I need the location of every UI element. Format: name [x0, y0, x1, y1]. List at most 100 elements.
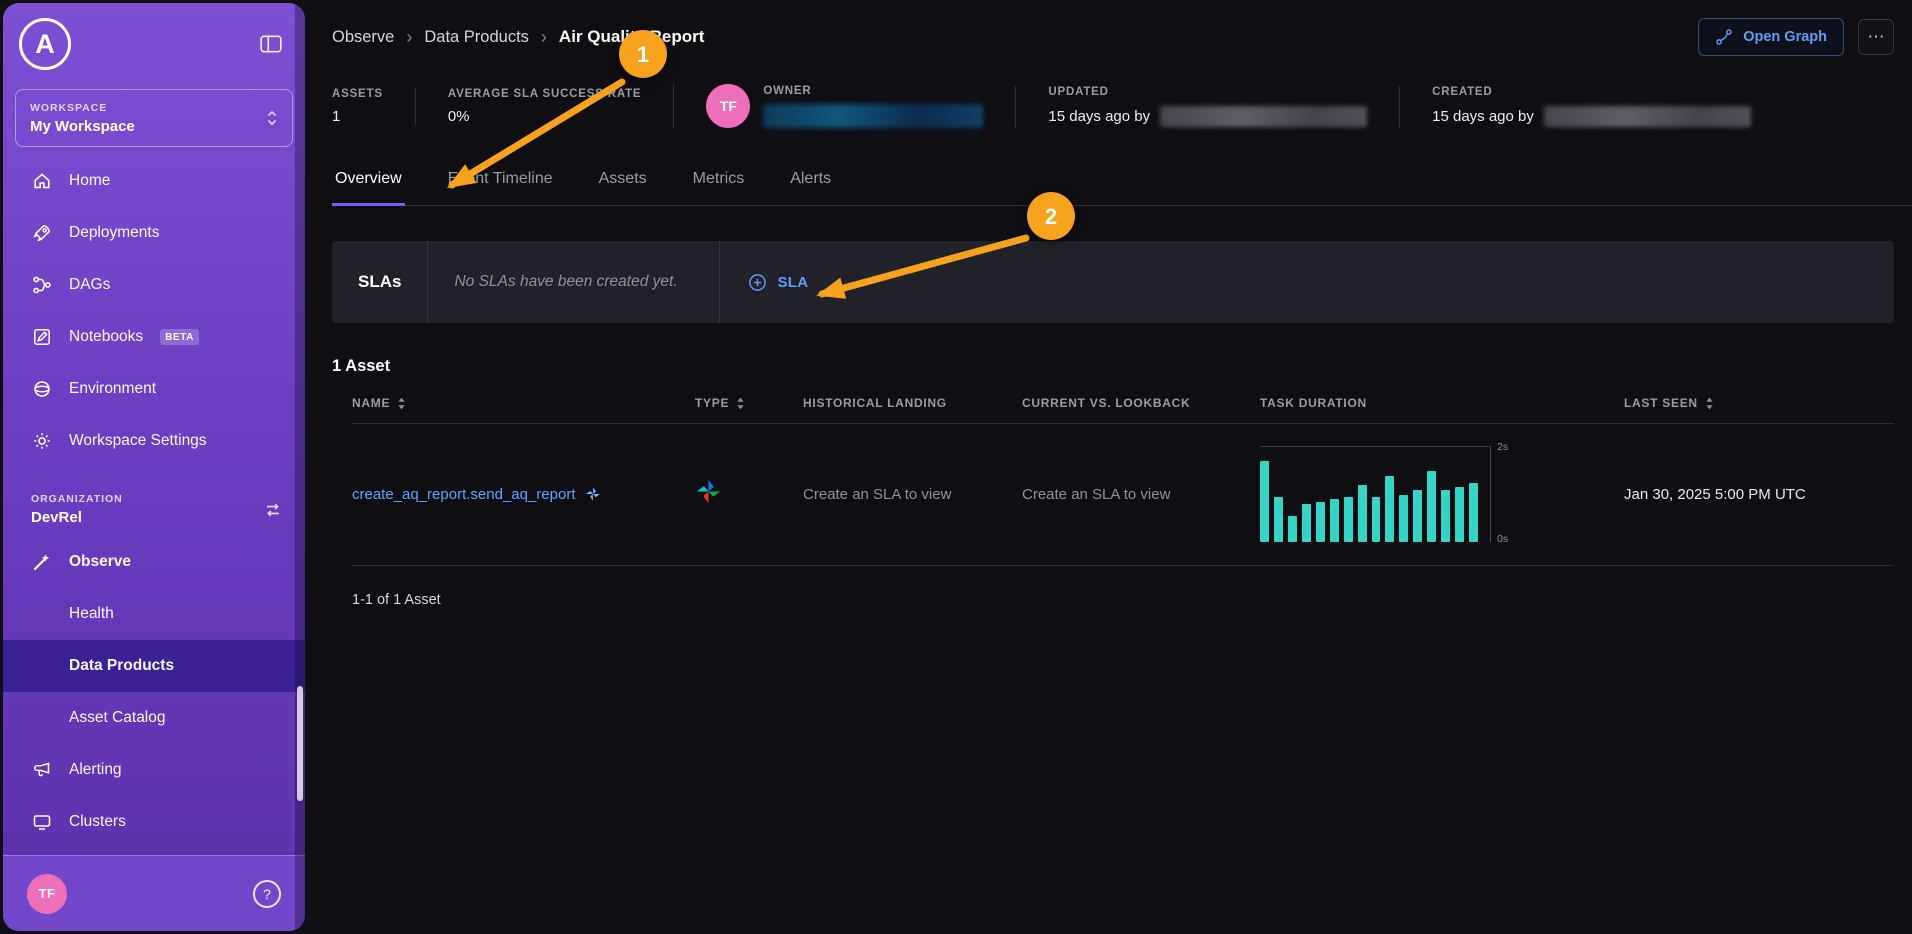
organization-switcher[interactable]: ORGANIZATION DevRel — [3, 467, 305, 536]
sidebar-item-home[interactable]: Home — [3, 155, 305, 207]
asset-type-cell — [695, 478, 803, 510]
asset-table-header: NAME TYPE HISTORICAL LANDING CURRENT VS.… — [352, 396, 1894, 424]
duration-bar — [1413, 490, 1422, 542]
sla-panel: SLAs No SLAs have been created yet. SLA — [332, 241, 1894, 323]
sidebar-item-observe[interactable]: Observe — [3, 536, 305, 588]
sidebar-item-asset-catalog[interactable]: Asset Catalog — [3, 692, 305, 744]
asset-name-link[interactable]: create_aq_report.send_aq_report — [352, 486, 695, 503]
table-pagination-summary: 1-1 of 1 Asset — [352, 566, 1894, 634]
shooting-star-icon — [31, 552, 52, 573]
sidebar: A WORKSPACE My Workspace Home — [3, 3, 305, 931]
task-duration-axis: 2s 0s — [1491, 446, 1508, 542]
sort-icon — [397, 397, 406, 410]
duration-bar — [1260, 461, 1269, 542]
stats-bar: ASSETS 1 AVERAGE SLA SUCCESS RATE 0% TF … — [332, 74, 1894, 148]
stat-created-label: CREATED — [1432, 86, 1751, 98]
stat-assets-label: ASSETS — [332, 88, 383, 100]
workspace-label: WORKSPACE — [30, 102, 135, 114]
sidebar-header: A — [3, 3, 305, 75]
column-header-type[interactable]: TYPE — [695, 396, 803, 410]
sla-empty-message: No SLAs have been created yet. — [428, 241, 720, 323]
plus-circle-icon — [748, 273, 767, 292]
sidebar-item-data-products[interactable]: Data Products — [3, 640, 305, 692]
duration-bar — [1427, 471, 1436, 542]
breadcrumb-observe[interactable]: Observe — [332, 28, 394, 47]
stat-sla-label: AVERAGE SLA SUCCESS RATE — [448, 88, 642, 100]
stat-created-value: 15 days ago by — [1432, 108, 1534, 125]
sidebar-item-deployments[interactable]: Deployments — [3, 207, 305, 259]
open-graph-button[interactable]: Open Graph — [1698, 18, 1844, 56]
sidebar-item-notebooks[interactable]: Notebooks BETA — [3, 311, 305, 363]
sidebar-footer: TF ? — [3, 855, 305, 931]
duration-bar — [1288, 516, 1297, 542]
sidebar-scrollbar-thumb[interactable] — [297, 686, 303, 801]
updated-by-redacted — [1160, 106, 1367, 127]
tab-metrics[interactable]: Metrics — [690, 160, 748, 206]
stat-assets: ASSETS 1 — [332, 88, 415, 125]
duration-bar — [1441, 490, 1450, 542]
sort-icon — [736, 397, 745, 410]
sidebar-item-dags[interactable]: DAGs — [3, 259, 305, 311]
column-header-name[interactable]: NAME — [352, 396, 695, 410]
collapse-sidebar-icon[interactable] — [259, 33, 283, 55]
workspace-name: My Workspace — [30, 118, 135, 135]
sort-icon — [1705, 397, 1714, 410]
sidebar-item-label: Health — [69, 605, 114, 623]
sidebar-scrollbar-track — [295, 3, 305, 931]
sidebar-item-health[interactable]: Health — [3, 588, 305, 640]
workspace-selector[interactable]: WORKSPACE My Workspace — [15, 89, 293, 147]
organization-label: ORGANIZATION — [31, 493, 123, 505]
home-icon — [31, 171, 52, 192]
sla-panel-title: SLAs — [332, 241, 428, 323]
sidebar-item-environment[interactable]: Environment — [3, 363, 305, 415]
tab-overview[interactable]: Overview — [332, 160, 405, 206]
user-avatar[interactable]: TF — [27, 874, 67, 914]
column-header-last-seen[interactable]: LAST SEEN — [1624, 396, 1894, 410]
duration-bar — [1385, 476, 1394, 543]
sidebar-item-alerting[interactable]: Alerting — [3, 744, 305, 796]
task-duration-cell: 2s 0s — [1260, 446, 1624, 542]
breadcrumb-data-products[interactable]: Data Products — [424, 28, 529, 47]
airflow-pinwheel-icon — [695, 478, 722, 505]
column-header-historical-landing: HISTORICAL LANDING — [803, 396, 1022, 410]
stat-sla-value: 0% — [448, 108, 642, 125]
stat-created: CREATED 15 days ago by — [1399, 86, 1783, 127]
more-options-button[interactable]: ⋯ — [1858, 19, 1894, 55]
notebook-edit-icon — [31, 327, 52, 348]
stat-assets-value: 1 — [332, 108, 383, 125]
breadcrumb-separator-icon: › — [406, 27, 412, 48]
column-header-task-duration: TASK DURATION — [1260, 396, 1624, 410]
page-title: Air Quality Report — [559, 27, 704, 47]
stat-owner: TF OWNER — [673, 84, 1015, 128]
sidebar-item-workspace-settings[interactable]: Workspace Settings — [3, 415, 305, 467]
topbar: Observe › Data Products › Air Quality Re… — [332, 0, 1894, 74]
owner-avatar: TF — [706, 84, 750, 128]
duration-bar — [1302, 504, 1311, 542]
owner-name-redacted — [763, 104, 983, 128]
tab-alerts[interactable]: Alerts — [787, 160, 834, 206]
swap-arrows-icon — [263, 500, 283, 520]
megaphone-icon — [31, 760, 52, 781]
organization-menu: Observe Health Data Products Asset Catal… — [3, 536, 305, 848]
task-duration-chart: 2s 0s — [1260, 446, 1624, 542]
logo-letter: A — [35, 29, 55, 60]
astronomer-logo[interactable]: A — [19, 18, 71, 70]
sidebar-item-label: Alerting — [69, 761, 122, 779]
sidebar-item-clusters[interactable]: Clusters — [3, 796, 305, 848]
add-sla-button[interactable]: SLA — [720, 241, 836, 323]
beta-badge: BETA — [160, 329, 199, 345]
breadcrumb: Observe › Data Products › Air Quality Re… — [332, 27, 704, 48]
sidebar-item-label: Data Products — [69, 657, 174, 675]
monitor-icon — [31, 812, 52, 833]
tab-assets[interactable]: Assets — [596, 160, 650, 206]
stat-updated: UPDATED 15 days ago by — [1015, 86, 1399, 127]
stat-owner-label: OWNER — [763, 85, 983, 97]
duration-bar — [1316, 502, 1325, 542]
sidebar-item-label: Workspace Settings — [69, 432, 207, 450]
column-header-current-vs-lookback: CURRENT VS. LOOKBACK — [1022, 396, 1260, 410]
historical-landing-cell: Create an SLA to view — [803, 486, 1022, 503]
asset-table: NAME TYPE HISTORICAL LANDING CURRENT VS.… — [352, 396, 1894, 634]
sidebar-item-label: Home — [69, 172, 110, 190]
tab-event-timeline[interactable]: Event Timeline — [445, 160, 556, 206]
help-icon[interactable]: ? — [253, 880, 281, 908]
